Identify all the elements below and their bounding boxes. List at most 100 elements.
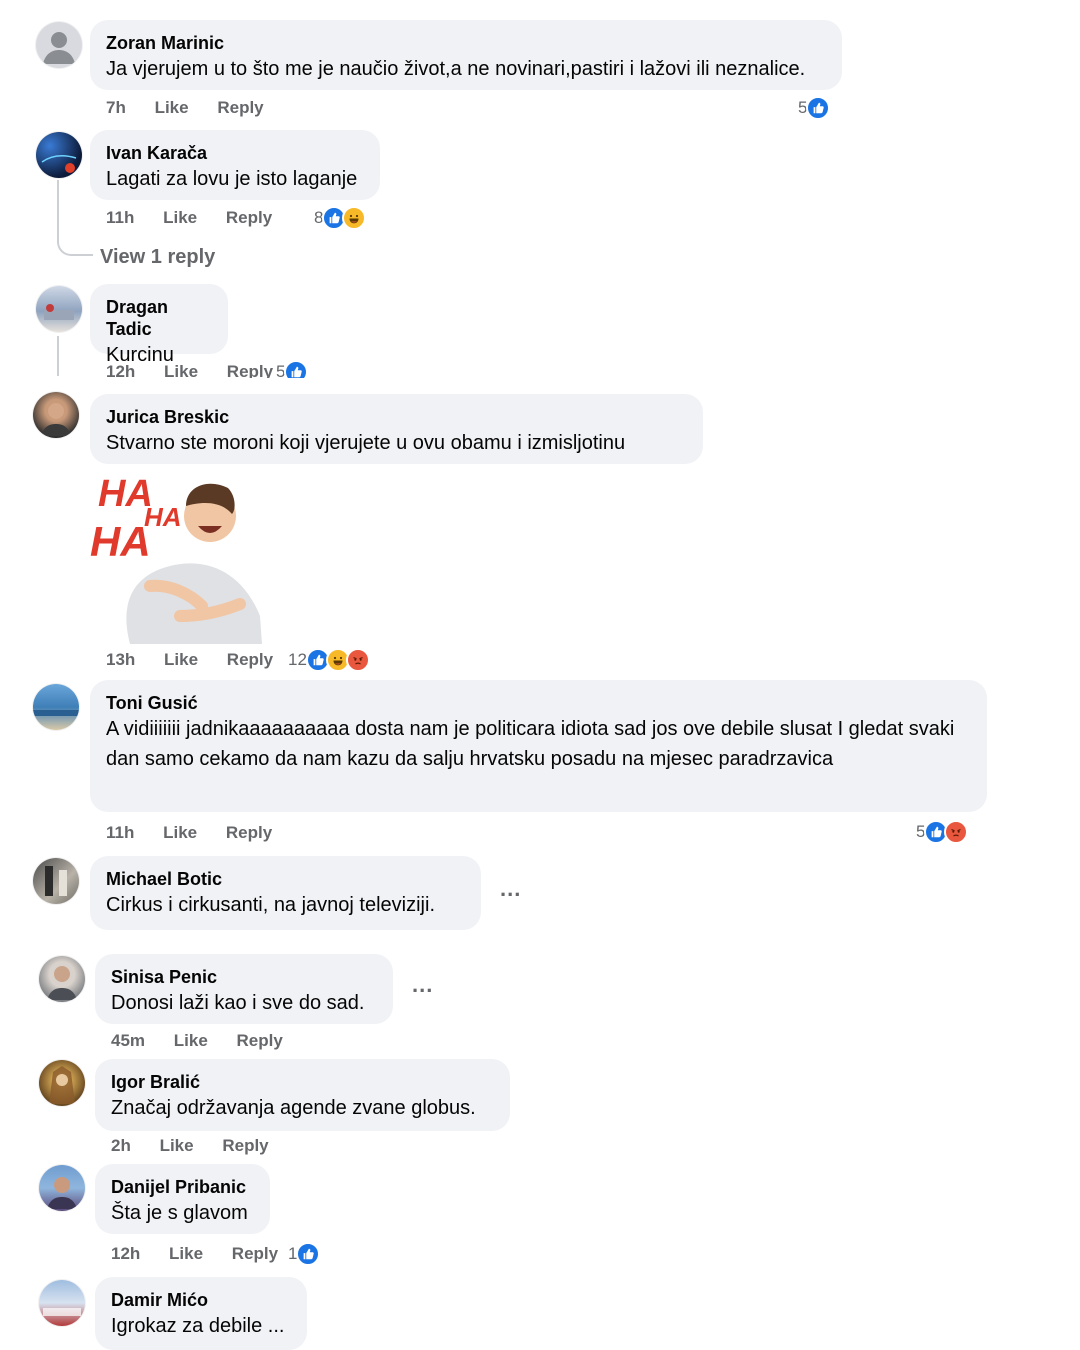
avatar-image [44, 304, 74, 320]
avatar-image [45, 866, 67, 896]
comment-actions: 13h Like Reply [106, 650, 297, 670]
avatar-image [41, 155, 77, 173]
reply-button[interactable]: Reply [227, 650, 273, 669]
like-button[interactable]: Like [164, 362, 198, 378]
reply-button[interactable]: Reply [237, 1031, 283, 1050]
avatar-image [33, 710, 79, 716]
comment-text: Ja vjerujem u to što me je naučio život,… [106, 58, 806, 80]
comment-actions: 11h Like Reply [106, 208, 296, 228]
comment-time[interactable]: 12h [106, 362, 135, 378]
avatar-image [41, 403, 71, 436]
avatar[interactable] [36, 286, 82, 332]
comment-bubble: Jurica Breskic Stvarno ste moroni koji v… [90, 394, 703, 464]
sticker-image[interactable]: HA HA HA [90, 466, 270, 644]
avatar-image [49, 1066, 75, 1104]
avatar[interactable] [39, 1060, 85, 1106]
comment-text: Stvarno ste moroni koji vjerujete u ovu … [106, 432, 626, 454]
avatar[interactable] [33, 858, 79, 904]
like-button[interactable]: Like [160, 1136, 194, 1155]
comment-time[interactable]: 11h [106, 208, 134, 227]
commenter-name[interactable]: Igor Bralić [111, 1071, 494, 1093]
comment-bubble: Igor Bralić Značaj održavanja agende zva… [95, 1059, 510, 1131]
reaction-summary[interactable]: 1 [288, 1242, 321, 1266]
comment-bubble: Michael Botic Cirkus i cirkusanti, na ja… [90, 856, 481, 930]
reply-button[interactable]: Reply [226, 823, 272, 842]
comment-actions: 7h Like Reply [106, 98, 288, 118]
laughing-sticker-icon: HA HA HA [90, 473, 262, 644]
reaction-summary[interactable]: 5 [916, 820, 969, 844]
avatar[interactable] [39, 1280, 85, 1326]
like-button[interactable]: Like [163, 208, 197, 227]
comment-time[interactable]: 45m [111, 1031, 145, 1050]
comment-bubble: Zoran Marinic Ja vjerujem u to što me je… [90, 20, 842, 90]
svg-text:HA: HA [144, 502, 182, 532]
like-button[interactable]: Like [174, 1031, 208, 1050]
view-replies-link[interactable]: View 1 reply [100, 246, 215, 269]
commenter-name[interactable]: Jurica Breskic [106, 406, 687, 428]
comment-time[interactable]: 2h [111, 1136, 131, 1155]
avatar[interactable] [36, 22, 82, 68]
reply-button[interactable]: Reply [222, 1136, 268, 1155]
commenter-name[interactable]: Zoran Marinic [106, 32, 826, 54]
more-options-icon[interactable]: ... [500, 876, 521, 902]
comment-time[interactable]: 12h [111, 1244, 140, 1263]
comment-bubble: Toni Gusić A vidiiiiiii jadnikaaaaaaaaaa… [90, 680, 987, 812]
thread-line [57, 180, 93, 256]
reply-button[interactable]: Reply [226, 208, 272, 227]
like-button[interactable]: Like [155, 98, 189, 117]
comment-text: A vidiiiiiii jadnikaaaaaaaaaa dosta nam … [106, 718, 955, 770]
avatar[interactable] [33, 684, 79, 730]
comment-bubble: Danijel Pribanic Šta je s glavom [95, 1164, 270, 1234]
comment-actions: 2h Like Reply [111, 1136, 293, 1156]
comment-actions: 11h Like Reply [106, 823, 296, 843]
avatar[interactable] [39, 956, 85, 1002]
clipped-row: 12h Like Reply 5 [0, 360, 1080, 378]
like-reaction-icon [296, 1242, 321, 1266]
default-avatar-icon [43, 32, 75, 64]
reaction-summary[interactable]: 5 [798, 96, 831, 120]
like-reaction-icon [284, 360, 309, 378]
comment-bubble: Damir Mićo Igrokaz za debile ... [95, 1277, 307, 1350]
reply-button[interactable]: Reply [232, 1244, 278, 1263]
commenter-name[interactable]: Toni Gusić [106, 692, 971, 714]
comment-time[interactable]: 13h [106, 650, 135, 669]
comment-bubble: Dragan Tadic Kurcinu [90, 284, 228, 366]
like-button[interactable]: Like [163, 823, 197, 842]
comment-actions: 12h Like Reply [106, 362, 297, 378]
angry-reaction-icon [944, 820, 969, 844]
reaction-summary[interactable]: 8 [314, 206, 367, 230]
like-button[interactable]: Like [169, 1244, 203, 1263]
avatar[interactable] [39, 1165, 85, 1211]
comment-bubble: Sinisa Penic Donosi laži kao i sve do sa… [95, 954, 393, 1024]
like-reaction-icon [806, 96, 831, 120]
commenter-name[interactable]: Danijel Pribanic [111, 1176, 254, 1198]
avatar-image [43, 1308, 81, 1316]
avatar[interactable] [33, 392, 79, 438]
commenter-name[interactable]: Sinisa Penic [111, 966, 377, 988]
comment-actions: 12h Like Reply [111, 1244, 302, 1264]
avatar-image [47, 1177, 77, 1209]
comment-text: Lagati za lovu je isto laganje [106, 168, 358, 190]
reply-button[interactable]: Reply [217, 98, 263, 117]
commenter-name[interactable]: Michael Botic [106, 868, 465, 890]
reply-button[interactable]: Reply [227, 362, 273, 378]
comment-text: Donosi laži kao i sve do sad. [111, 992, 365, 1014]
commenter-name[interactable]: Ivan Karača [106, 142, 364, 164]
comment-actions: 45m Like Reply [111, 1031, 307, 1051]
comment-text: Šta je s glavom [111, 1202, 248, 1224]
svg-text:HA: HA [90, 518, 151, 565]
reaction-summary[interactable]: 5 [276, 360, 309, 378]
comment-time[interactable]: 7h [106, 98, 126, 117]
comment-text: Igrokaz za debile ... [111, 1315, 285, 1337]
comment-bubble: Ivan Karača Lagati za lovu je isto lagan… [90, 130, 380, 200]
comment-text: Značaj održavanja agende zvane globus. [111, 1097, 476, 1119]
haha-reaction-icon [342, 206, 367, 230]
commenter-name[interactable]: Dragan Tadic [106, 296, 212, 340]
angry-reaction-icon [345, 648, 370, 672]
more-options-icon[interactable]: ... [412, 972, 433, 998]
avatar[interactable] [36, 132, 82, 178]
like-button[interactable]: Like [164, 650, 198, 669]
reaction-summary[interactable]: 12 [288, 648, 370, 672]
commenter-name[interactable]: Damir Mićo [111, 1289, 291, 1311]
comment-time[interactable]: 11h [106, 823, 134, 842]
